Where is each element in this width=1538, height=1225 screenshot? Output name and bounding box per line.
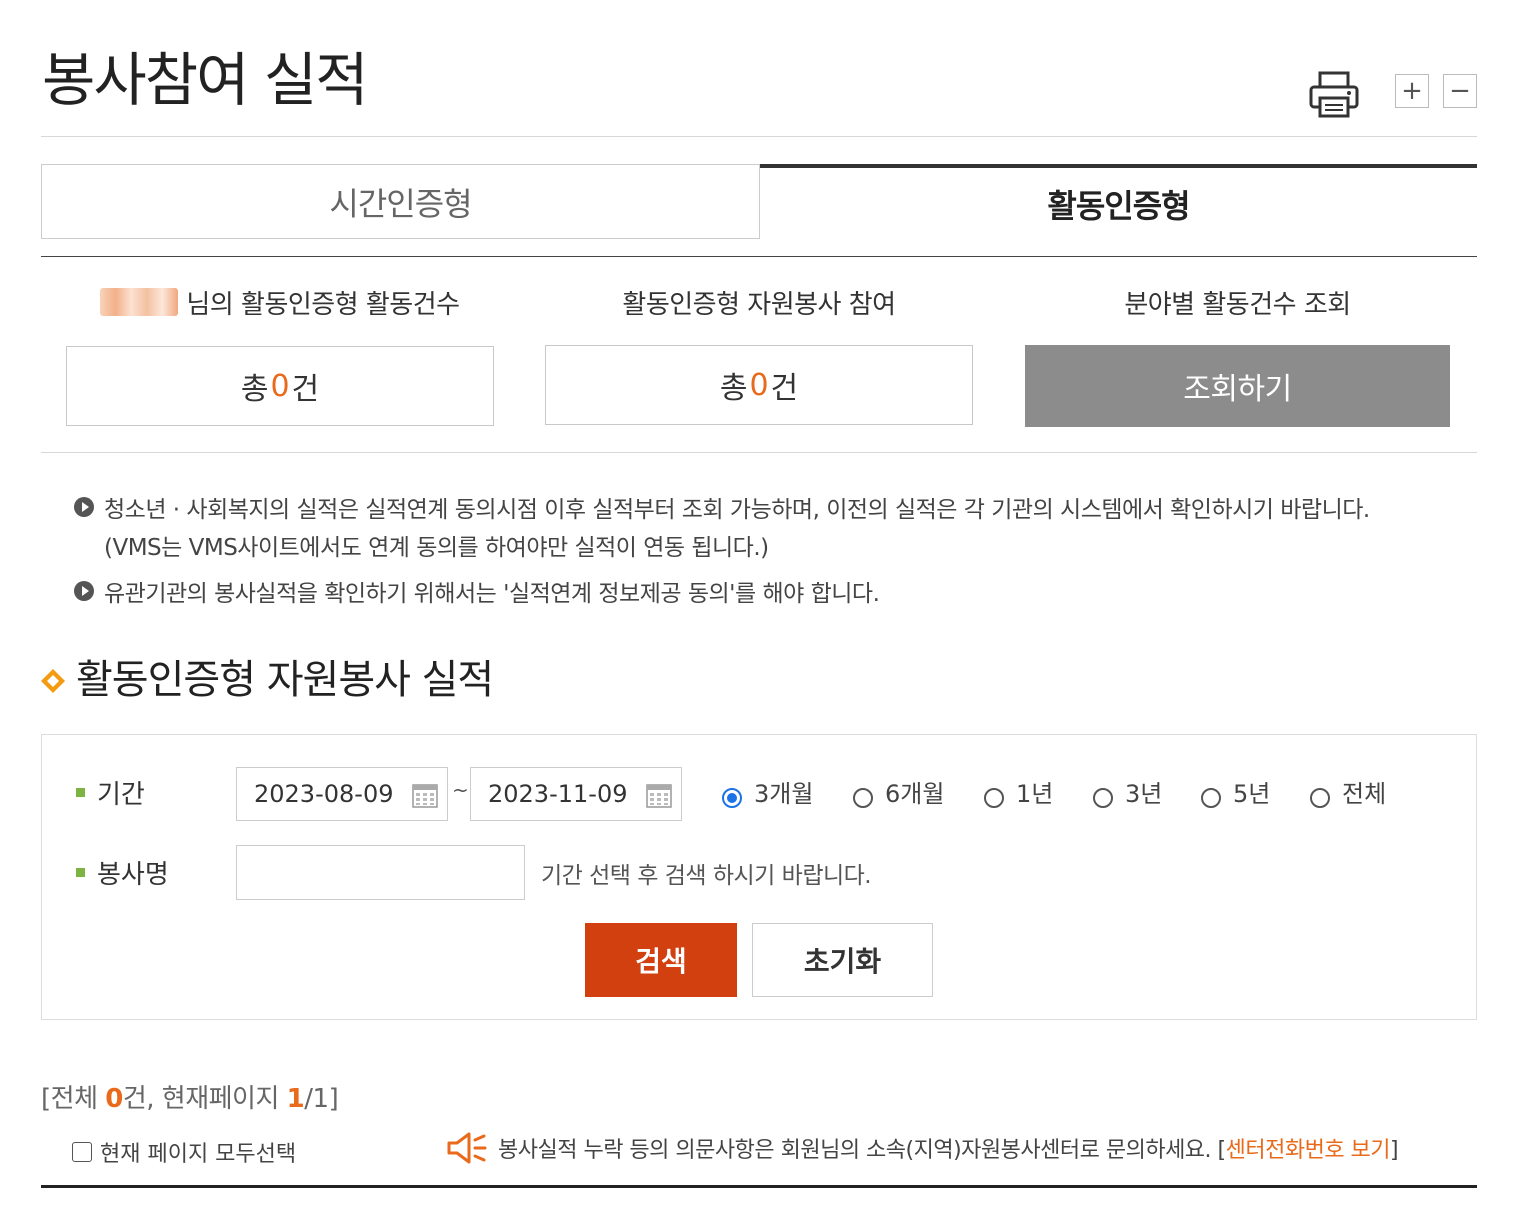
select-all-checkbox[interactable]: 현재 페이지 모두선택	[72, 1136, 296, 1168]
count-prefix: 총	[240, 372, 269, 407]
center-phone-link[interactable]: 센터전화번호 보기	[1226, 1138, 1391, 1163]
summary-divider	[41, 452, 1477, 453]
radio-6-months[interactable]: 6개월	[853, 774, 944, 809]
search-hint: 기간 선택 후 검색 하시기 바랍니다.	[541, 863, 872, 889]
search-button[interactable]: 검색	[585, 923, 737, 997]
title-divider	[41, 136, 1477, 137]
radio-label: 전체	[1342, 780, 1387, 808]
period-label: 기간	[76, 774, 145, 811]
radio-all[interactable]: 전체	[1310, 774, 1386, 809]
user-name-redacted	[100, 288, 179, 316]
tab-activity-certification[interactable]: 활동인증형	[760, 168, 1477, 240]
count-suffix: 건	[291, 372, 320, 407]
calendar-icon[interactable]	[645, 781, 673, 809]
page-title: 봉사참여 실적	[42, 46, 369, 114]
label-marker-icon	[76, 788, 85, 797]
diamond-bullet-icon	[41, 669, 65, 693]
radio-label: 3개월	[754, 780, 814, 808]
radio-circle[interactable]	[722, 787, 742, 808]
select-all-label: 현재 페이지 모두선택	[100, 1142, 297, 1167]
radio-3-years[interactable]: 3년	[1093, 774, 1162, 809]
activity-count-box: 총 0 건	[66, 346, 494, 426]
lookup-button[interactable]: 조회하기	[1025, 345, 1450, 427]
radio-circle[interactable]	[984, 787, 1004, 808]
bullet-arrow-icon	[74, 497, 94, 517]
bullet-arrow-icon	[74, 581, 94, 601]
summary-label-participation: 활동인증형 자원봉사 참여	[622, 289, 896, 320]
current-page: 1	[286, 1084, 305, 1114]
count-suffix: 건	[770, 371, 799, 406]
end-date-input[interactable]: 2023-11-09	[470, 767, 682, 821]
date-range-separator: ~	[452, 778, 469, 802]
radio-circle[interactable]	[1201, 787, 1221, 808]
service-name-label-text: 봉사명	[97, 860, 169, 890]
inquiry-notice: 봉사실적 누락 등의 의문사항은 회원님의 소속(지역)자원봉사센터로 문의하세…	[498, 1132, 1399, 1164]
pagination-info: [전체 0건, 현재페이지 1/1]	[41, 1078, 339, 1115]
checkbox-box[interactable]	[72, 1142, 92, 1162]
period-label-text: 기간	[97, 780, 145, 810]
info-mid: 건, 현재페이지	[122, 1084, 287, 1114]
radio-5-years[interactable]: 5년	[1201, 774, 1270, 809]
inquiry-end: ]	[1390, 1138, 1399, 1163]
results-top-divider	[41, 1185, 1477, 1188]
count-value: 0	[270, 368, 290, 404]
radio-label: 1년	[1016, 780, 1054, 808]
radio-label: 3년	[1125, 780, 1163, 808]
reset-button[interactable]: 초기화	[752, 923, 933, 997]
radio-circle[interactable]	[1093, 787, 1113, 808]
summary-label-field-lookup: 분야별 활동건수 조회	[1124, 289, 1351, 320]
section-title: 활동인증형 자원봉사 실적	[76, 657, 494, 703]
notice-item: 유관기관의 봉사실적을 확인하기 위해서는 '실적연계 정보제공 동의'를 해야…	[74, 574, 880, 608]
info-suffix: /1]	[304, 1084, 339, 1114]
total-count: 0	[105, 1084, 123, 1114]
count-prefix: 총	[719, 371, 748, 406]
radio-circle[interactable]	[853, 787, 873, 808]
service-name-label: 봉사명	[76, 854, 169, 891]
start-date-value: 2023-08-09	[254, 780, 394, 808]
service-name-input[interactable]	[236, 845, 525, 900]
radio-circle[interactable]	[1310, 787, 1330, 808]
megaphone-icon	[447, 1132, 487, 1164]
radio-1-year[interactable]: 1년	[984, 774, 1053, 809]
end-date-value: 2023-11-09	[488, 780, 628, 808]
zoom-in-button[interactable]: +	[1395, 74, 1429, 108]
info-prefix: [전체	[41, 1084, 106, 1114]
radio-label: 6개월	[885, 780, 945, 808]
notice-text-continued: (VMS는 VMS사이트에서도 연계 동의를 하여야만 실적이 연동 됩니다.)	[104, 535, 769, 561]
notice-text: 청소년 · 사회복지의 실적은 실적연계 동의시점 이후 실적부터 조회 가능하…	[104, 497, 1370, 523]
tab-time-certification[interactable]: 시간인증형	[41, 164, 760, 239]
label-marker-icon	[76, 868, 85, 877]
start-date-input[interactable]: 2023-08-09	[236, 767, 448, 821]
tab-divider	[41, 256, 1477, 257]
radio-label: 5년	[1233, 780, 1271, 808]
notice-text: 유관기관의 봉사실적을 확인하기 위해서는 '실적연계 정보제공 동의'를 해야…	[104, 581, 880, 607]
print-icon[interactable]	[1308, 70, 1360, 120]
summary-label-text: 님의 활동인증형 활동건수	[186, 289, 460, 320]
summary-label-activity-count: 님의 활동인증형 활동건수	[66, 282, 494, 322]
inquiry-text: 봉사실적 누락 등의 의문사항은 회원님의 소속(지역)자원봉사센터로 문의하세…	[498, 1138, 1226, 1163]
radio-3-months[interactable]: 3개월	[722, 774, 813, 809]
participation-count-box: 총 0 건	[545, 345, 973, 425]
notice-item: 청소년 · 사회복지의 실적은 실적연계 동의시점 이후 실적부터 조회 가능하…	[74, 490, 1370, 524]
calendar-icon[interactable]	[411, 781, 439, 809]
zoom-out-button[interactable]: −	[1443, 74, 1477, 108]
count-value: 0	[749, 367, 769, 403]
